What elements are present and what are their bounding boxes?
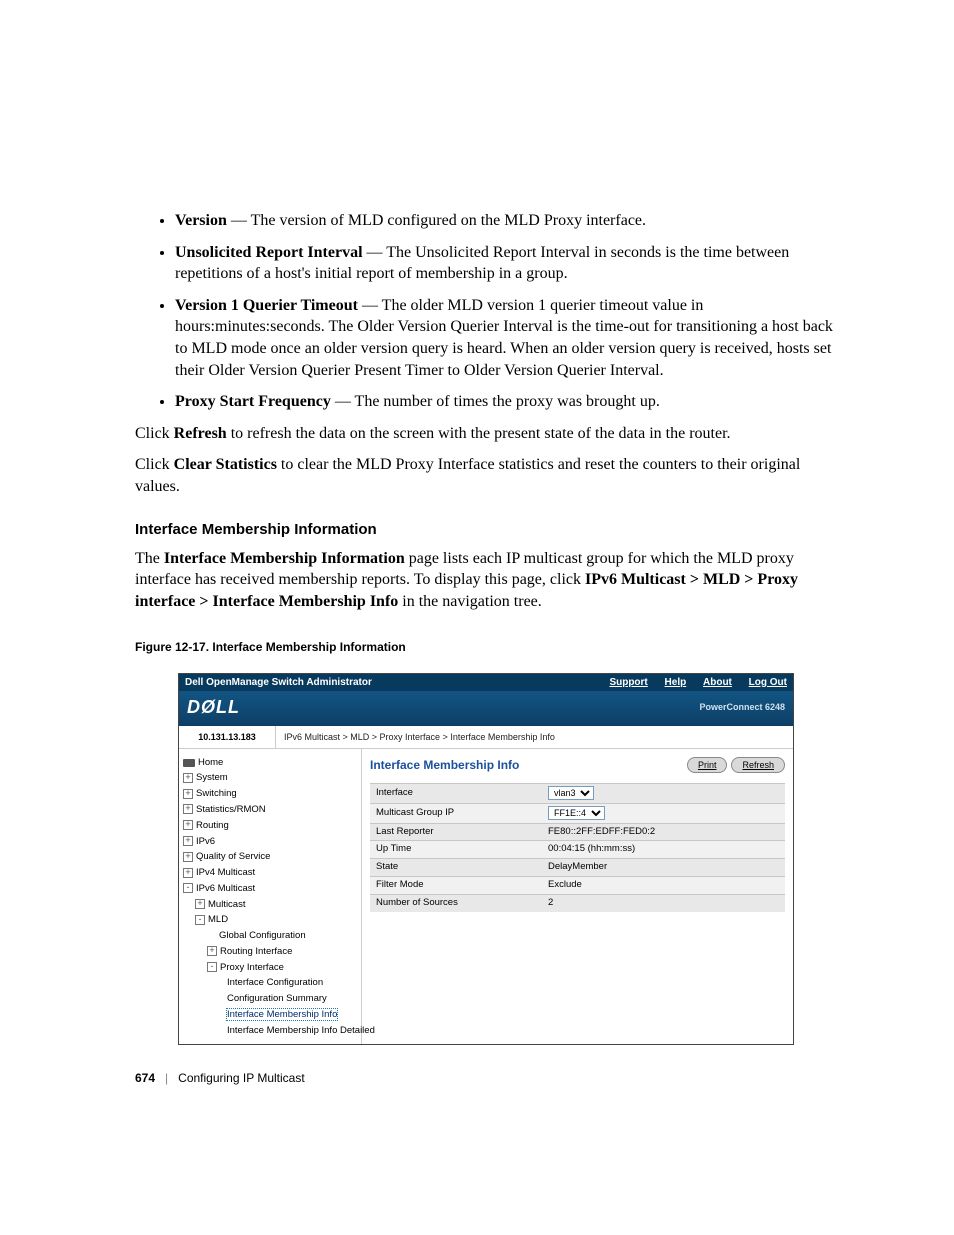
row-value: Exclude bbox=[542, 876, 785, 894]
refresh-button[interactable]: Refresh bbox=[731, 757, 785, 773]
tree-qos[interactable]: +Quality of Service bbox=[183, 849, 357, 865]
bullet-item: Unsolicited Report Interval — The Unsoli… bbox=[175, 242, 844, 285]
row-label: Filter Mode bbox=[370, 876, 542, 894]
bullet-item: Version 1 Querier Timeout — The older ML… bbox=[175, 295, 844, 381]
interface-select[interactable]: vlan3 bbox=[548, 786, 594, 800]
expand-icon[interactable]: + bbox=[207, 946, 217, 956]
titlebar: Dell OpenManage Switch Administrator Sup… bbox=[179, 674, 793, 692]
expand-icon[interactable]: + bbox=[183, 868, 193, 878]
info-table: Interface vlan3 Multicast Group IP FF1E::4… bbox=[370, 783, 785, 912]
expand-icon[interactable]: + bbox=[183, 820, 193, 830]
table-row: Filter ModeExclude bbox=[370, 876, 785, 894]
term: Version bbox=[175, 212, 227, 229]
tree-routing[interactable]: +Routing bbox=[183, 818, 357, 834]
row-value: FE80::2FF:EDFF:FED0:2 bbox=[542, 823, 785, 841]
expand-icon[interactable]: + bbox=[183, 804, 193, 814]
refresh-paragraph: Click Refresh to refresh the data on the… bbox=[135, 423, 844, 445]
tree-global-config[interactable]: Global Configuration bbox=[183, 928, 357, 944]
tree-mld[interactable]: -MLD bbox=[183, 912, 357, 928]
desc: — The version of MLD configured on the M… bbox=[227, 212, 646, 229]
row-value: vlan3 bbox=[542, 783, 785, 803]
tree-switching[interactable]: +Switching bbox=[183, 786, 357, 802]
tree-system[interactable]: +System bbox=[183, 770, 357, 786]
bullet-list: Version — The version of MLD configured … bbox=[135, 210, 844, 413]
table-row: StateDelayMember bbox=[370, 859, 785, 877]
row-label: Up Time bbox=[370, 841, 542, 859]
row-label: Last Reporter bbox=[370, 823, 542, 841]
device-ip: 10.131.13.183 bbox=[179, 726, 276, 748]
chapter-title: Configuring IP Multicast bbox=[178, 1071, 305, 1085]
brand-bar: DØLL PowerConnect 6248 bbox=[179, 691, 793, 725]
tree-ipv6-multicast[interactable]: -IPv6 Multicast bbox=[183, 881, 357, 897]
tree-multicast[interactable]: +Multicast bbox=[183, 897, 357, 913]
expand-icon[interactable]: + bbox=[183, 852, 193, 862]
about-link[interactable]: About bbox=[703, 677, 732, 688]
term: Unsolicited Report Interval bbox=[175, 244, 363, 261]
clear-paragraph: Click Clear Statistics to clear the MLD … bbox=[135, 454, 844, 497]
tree-interface-membership-info[interactable]: Interface Membership Info bbox=[183, 1007, 357, 1023]
clear-stats-word: Clear Statistics bbox=[174, 456, 277, 473]
expand-icon[interactable]: + bbox=[183, 789, 193, 799]
term: Version 1 Querier Timeout bbox=[175, 297, 358, 314]
table-row: Multicast Group IP FF1E::4 bbox=[370, 803, 785, 823]
tree-ipv4-multicast[interactable]: +IPv4 Multicast bbox=[183, 865, 357, 881]
support-link[interactable]: Support bbox=[609, 677, 647, 688]
footer-separator: | bbox=[165, 1071, 168, 1085]
refresh-word: Refresh bbox=[174, 425, 227, 442]
content-panel: Interface Membership Info Print Refresh … bbox=[362, 749, 793, 1045]
logout-link[interactable]: Log Out bbox=[749, 677, 787, 688]
help-link[interactable]: Help bbox=[665, 677, 687, 688]
home-icon bbox=[183, 759, 195, 767]
tree-config-summary[interactable]: Configuration Summary bbox=[183, 991, 357, 1007]
expand-icon[interactable]: + bbox=[195, 899, 205, 909]
tree-routing-interface[interactable]: +Routing Interface bbox=[183, 944, 357, 960]
figure-caption: Figure 12-17. Interface Membership Infor… bbox=[135, 639, 844, 655]
embedded-screenshot: Dell OpenManage Switch Administrator Sup… bbox=[178, 673, 794, 1046]
tree-home[interactable]: Home bbox=[183, 755, 357, 771]
row-label: Interface bbox=[370, 783, 542, 803]
model-label: PowerConnect 6248 bbox=[699, 701, 785, 713]
row-label: State bbox=[370, 859, 542, 877]
desc: — The number of times the proxy was brou… bbox=[331, 393, 660, 410]
breadcrumb: IPv6 Multicast > MLD > Proxy Interface >… bbox=[276, 726, 793, 748]
row-label: Number of Sources bbox=[370, 894, 542, 911]
section-paragraph: The Interface Membership Information pag… bbox=[135, 548, 844, 613]
table-row: Up Time00:04:15 (hh:mm:ss) bbox=[370, 841, 785, 859]
table-row: Interface vlan3 bbox=[370, 783, 785, 803]
tree-interface-config[interactable]: Interface Configuration bbox=[183, 975, 357, 991]
tree-ipv6[interactable]: +IPv6 bbox=[183, 834, 357, 850]
expand-icon[interactable]: + bbox=[183, 773, 193, 783]
bullet-item: Version — The version of MLD configured … bbox=[175, 210, 844, 232]
tree-interface-membership-info-detailed[interactable]: Interface Membership Info Detailed bbox=[183, 1023, 357, 1039]
breadcrumb-row: 10.131.13.183 IPv6 Multicast > MLD > Pro… bbox=[179, 726, 793, 749]
row-value: DelayMember bbox=[542, 859, 785, 877]
bullet-item: Proxy Start Frequency — The number of ti… bbox=[175, 391, 844, 413]
row-label: Multicast Group IP bbox=[370, 803, 542, 823]
body-text: Version — The version of MLD configured … bbox=[135, 210, 844, 1045]
page-number: 674 bbox=[135, 1071, 155, 1085]
collapse-icon[interactable]: - bbox=[195, 915, 205, 925]
dell-logo: DØLL bbox=[187, 695, 240, 719]
expand-icon[interactable]: + bbox=[183, 836, 193, 846]
tree-stats[interactable]: +Statistics/RMON bbox=[183, 802, 357, 818]
section-heading: Interface Membership Information bbox=[135, 520, 844, 540]
table-row: Number of Sources2 bbox=[370, 894, 785, 911]
collapse-icon[interactable]: - bbox=[183, 883, 193, 893]
collapse-icon[interactable]: - bbox=[207, 962, 217, 972]
term: Proxy Start Frequency bbox=[175, 393, 331, 410]
table-row: Last ReporterFE80::2FF:EDFF:FED0:2 bbox=[370, 823, 785, 841]
row-value: 2 bbox=[542, 894, 785, 911]
nav-tree: Home +System +Switching +Statistics/RMON… bbox=[179, 749, 362, 1045]
print-button[interactable]: Print bbox=[687, 757, 728, 773]
app-title: Dell OpenManage Switch Administrator bbox=[185, 676, 372, 690]
row-value: FF1E::4 bbox=[542, 803, 785, 823]
panel-title: Interface Membership Info bbox=[370, 757, 519, 773]
tree-proxy-interface[interactable]: -Proxy Interface bbox=[183, 960, 357, 976]
page-footer: 674 | Configuring IP Multicast bbox=[135, 1071, 305, 1085]
row-value: 00:04:15 (hh:mm:ss) bbox=[542, 841, 785, 859]
multicast-group-select[interactable]: FF1E::4 bbox=[548, 806, 605, 820]
